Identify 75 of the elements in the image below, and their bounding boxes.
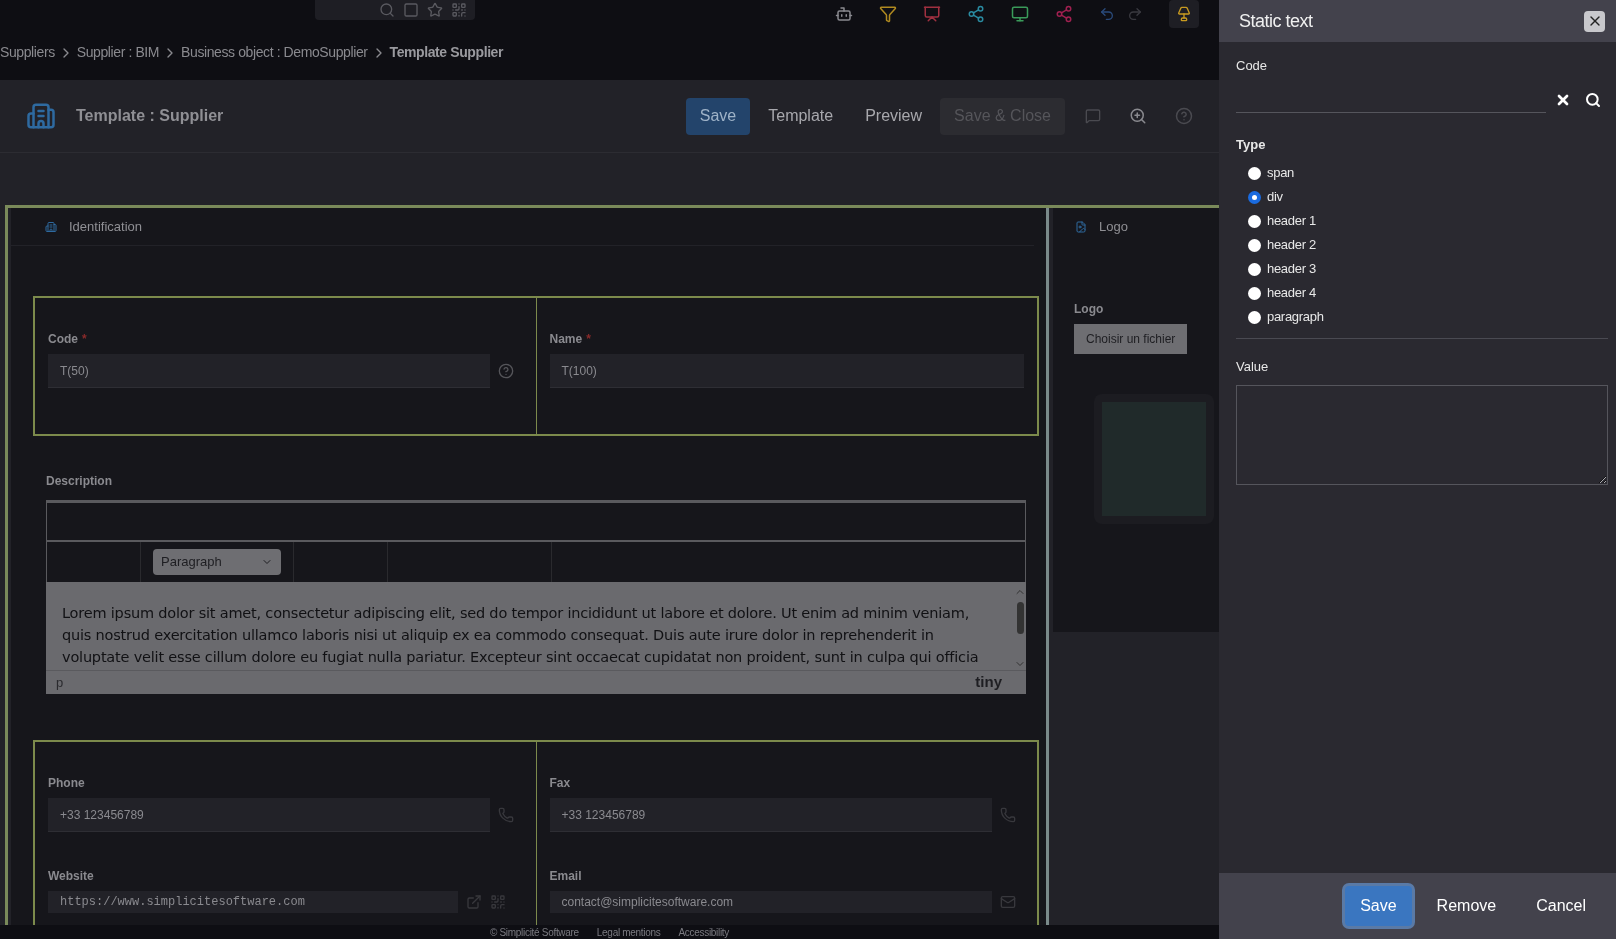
lamp-button[interactable] <box>1169 0 1199 28</box>
network-icon[interactable] <box>967 5 985 23</box>
clear-icon[interactable] <box>1555 92 1571 108</box>
page-title: Template : Supplier <box>76 106 224 126</box>
toolbar-button[interactable]: Template <box>754 97 848 135</box>
dialog-title: Static text <box>1239 9 1313 33</box>
value-field[interactable] <box>1236 384 1608 485</box>
help-icon[interactable] <box>498 363 514 379</box>
field-label: Website <box>48 868 94 885</box>
help-icon[interactable] <box>1175 107 1193 125</box>
toolbar-button[interactable]: Preview <box>851 97 937 135</box>
element-path: p <box>56 673 64 692</box>
close-button[interactable] <box>1584 10 1605 32</box>
lamp-icon <box>1176 6 1192 22</box>
monitor-icon[interactable] <box>1011 5 1029 23</box>
editor-brand: tiny <box>975 672 1002 693</box>
breadcrumb-link[interactable]: Template Supplier <box>389 42 504 63</box>
dialog-button[interactable]: Remove <box>1421 886 1512 926</box>
type-radio[interactable]: header 3 <box>1248 262 1608 276</box>
footer-link[interactable]: Accessibility <box>678 925 730 939</box>
presentation-icon[interactable] <box>923 5 941 23</box>
required-mark: * <box>586 331 591 348</box>
type-radio[interactable]: span <box>1248 166 1608 180</box>
field-label: Code <box>1236 57 1269 75</box>
dialog-button[interactable]: Save <box>1345 886 1412 926</box>
toolbar-button[interactable]: Save <box>685 97 751 135</box>
breadcrumb-link[interactable]: Business object : DemoSupplier <box>181 42 368 63</box>
phone-icon[interactable] <box>999 807 1016 823</box>
input-field[interactable]: T(50) <box>48 354 490 388</box>
panel-title: Logo <box>1099 218 1128 237</box>
comment-icon[interactable] <box>1085 108 1101 124</box>
external-link-icon[interactable] <box>466 894 482 910</box>
zoom-icon[interactable] <box>1129 107 1147 125</box>
field-label: Name <box>549 331 583 348</box>
image-file-icon <box>1075 221 1087 233</box>
type-radio[interactable]: header 4 <box>1248 286 1608 300</box>
input-field[interactable]: https://www.simplicitesoftware.com <box>48 891 458 913</box>
star-icon[interactable] <box>427 2 443 18</box>
redo-icon[interactable] <box>1127 6 1143 22</box>
search-icon[interactable] <box>1585 92 1601 108</box>
field-label: Value <box>1236 358 1270 376</box>
robot-icon[interactable] <box>835 5 853 23</box>
field-label: Phone <box>48 775 85 792</box>
field-label: Email <box>549 868 582 885</box>
field-label: Logo <box>1074 301 1105 318</box>
breadcrumb-link[interactable]: Suppliers <box>0 42 55 63</box>
format-dropdown[interactable]: Paragraph <box>153 549 281 575</box>
input-field[interactable]: T(100) <box>549 354 1024 388</box>
input-field[interactable]: contact@simplicitesoftware.com <box>549 891 992 913</box>
mail-icon[interactable] <box>999 894 1016 910</box>
footer-link[interactable]: Legal mentions <box>596 925 661 939</box>
building-icon <box>45 220 57 233</box>
field-label: Code <box>48 331 78 348</box>
required-mark: * <box>82 331 87 348</box>
dialog-button[interactable]: Cancel <box>1521 886 1601 926</box>
undo-icon[interactable] <box>1099 6 1115 22</box>
breadcrumb-link[interactable]: Supplier : BIM <box>76 42 160 63</box>
type-radio[interactable]: div <box>1248 190 1608 204</box>
type-radio[interactable]: paragraph <box>1248 310 1608 324</box>
qr-code-icon[interactable] <box>451 2 467 18</box>
funnel-icon[interactable] <box>879 5 897 23</box>
input-field[interactable]: +33 123456789 <box>48 798 490 832</box>
phone-icon[interactable] <box>498 807 514 823</box>
field-label: Description <box>46 473 113 490</box>
field-label: Type <box>1236 135 1267 154</box>
scrollbar-thumb[interactable] <box>1016 602 1024 634</box>
type-radio[interactable]: header 1 <box>1248 214 1608 228</box>
panel-title: Identification <box>69 217 142 236</box>
file-button[interactable]: Choisir un fichier <box>1074 324 1188 354</box>
qr-code-icon[interactable] <box>490 894 506 910</box>
window-icon[interactable] <box>403 2 419 18</box>
type-radio[interactable]: header 2 <box>1248 238 1608 252</box>
share-icon[interactable] <box>1055 5 1073 23</box>
input-field[interactable]: +33 123456789 <box>549 798 992 832</box>
field-label: Fax <box>549 775 571 792</box>
